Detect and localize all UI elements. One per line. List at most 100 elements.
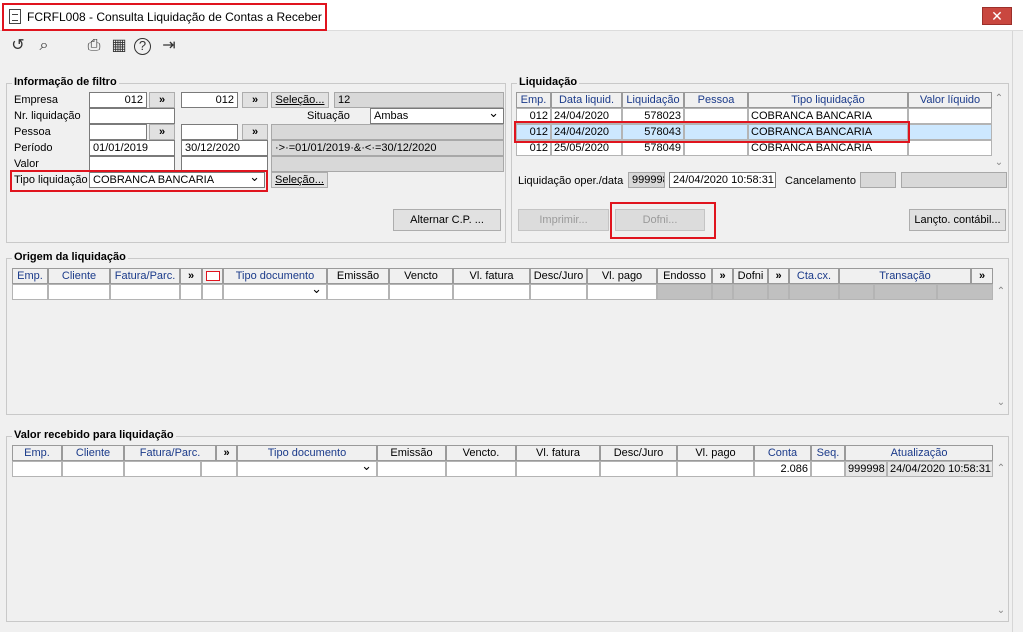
pessoa-to-range-button[interactable]: » xyxy=(242,124,268,140)
cell-emp[interactable] xyxy=(12,461,62,477)
col-fatura-parc[interactable]: Fatura/Parc. xyxy=(110,268,180,284)
pessoa-to-input[interactable] xyxy=(181,124,238,140)
print-icon[interactable]: ⎙ xyxy=(84,36,104,56)
col-emp[interactable]: Emp. xyxy=(12,268,48,284)
col-cliente[interactable]: Cliente xyxy=(48,268,110,284)
valor-scroll-up-icon[interactable]: ⌃ xyxy=(995,463,1007,475)
cell-atualizacao-date: 24/04/2020 10:58:31 xyxy=(887,461,993,477)
col-endosso-expand[interactable]: » xyxy=(712,268,733,284)
alternar-cp-button[interactable]: Alternar C.P. ... xyxy=(393,209,501,231)
col-transacao[interactable]: Transação xyxy=(839,268,971,284)
situacao-select[interactable]: Ambas xyxy=(370,108,504,124)
empresa-selecao-button[interactable]: Seleção... xyxy=(271,92,329,108)
col-desc-juro[interactable]: Desc/Juro xyxy=(530,268,587,284)
cell-fatura[interactable] xyxy=(110,284,180,300)
cell-vl-pago[interactable] xyxy=(587,284,657,300)
col-dofni[interactable]: Dofni xyxy=(733,268,768,284)
col-emp[interactable]: Emp. xyxy=(12,445,62,461)
valor-scroll-down-icon[interactable]: ⌄ xyxy=(995,605,1007,617)
cell-conta[interactable]: 2.086 xyxy=(754,461,811,477)
dofni-highlight xyxy=(610,202,716,239)
cell-calendar[interactable] xyxy=(202,284,223,300)
col-data-liquid[interactable]: Data liquid. xyxy=(551,92,622,108)
search-icon[interactable]: ⌕ xyxy=(34,36,54,56)
pessoa-range-button[interactable]: » xyxy=(149,124,175,140)
empresa-from-input[interactable]: 012 xyxy=(89,92,147,108)
col-vl-pago[interactable]: Vl. pago xyxy=(677,445,754,461)
cell-tipo-documento-select[interactable] xyxy=(223,284,327,300)
col-tipo-liquidacao[interactable]: Tipo liquidação xyxy=(748,92,908,108)
col-calendar[interactable] xyxy=(202,268,223,284)
periodo-expression: ·>·=01/01/2019·&·<·=30/12/2020 xyxy=(271,140,504,156)
cancelamento-label: Cancelamento xyxy=(785,175,856,187)
exit-icon[interactable]: ⇥ xyxy=(159,36,179,56)
cell-vencto[interactable] xyxy=(446,461,516,477)
col-emp[interactable]: Emp. xyxy=(516,92,551,108)
cell-desc-juro[interactable] xyxy=(600,461,677,477)
col-seq[interactable]: Seq. xyxy=(811,445,845,461)
periodo-to-input[interactable]: 30/12/2020 xyxy=(181,140,268,156)
col-valor-liquido[interactable]: Valor líquido xyxy=(908,92,992,108)
col-expand-button[interactable]: » xyxy=(216,445,237,461)
col-vencto[interactable]: Vencto xyxy=(389,268,453,284)
col-vencto[interactable]: Vencto. xyxy=(446,445,516,461)
cell-vencto[interactable] xyxy=(389,284,453,300)
cell-cliente[interactable] xyxy=(48,284,110,300)
col-pessoa[interactable]: Pessoa xyxy=(684,92,748,108)
col-desc-juro[interactable]: Desc/Juro xyxy=(600,445,677,461)
cell-seq[interactable] xyxy=(811,461,845,477)
col-liquidacao[interactable]: Liquidação xyxy=(622,92,684,108)
origem-scroll-down-icon[interactable]: ⌄ xyxy=(995,397,1007,409)
periodo-from-input[interactable]: 01/01/2019 xyxy=(89,140,175,156)
col-endosso[interactable]: Endosso xyxy=(657,268,712,284)
cell-tipo-documento-select[interactable] xyxy=(237,461,377,477)
empresa-range-button[interactable]: » xyxy=(149,92,175,108)
cell-emissao[interactable] xyxy=(377,461,446,477)
nr-liquidacao-label: Nr. liquidação xyxy=(14,110,81,122)
col-fatura-parc[interactable]: Fatura/Parc. xyxy=(124,445,216,461)
col-tipo-documento[interactable]: Tipo documento xyxy=(237,445,377,461)
nr-liquidacao-input[interactable] xyxy=(89,108,175,124)
window-scrollbar[interactable] xyxy=(1012,31,1023,632)
col-emissao[interactable]: Emissão xyxy=(377,445,446,461)
cell-desc-juro[interactable] xyxy=(530,284,587,300)
oper-data-label: Liquidação oper./data xyxy=(518,175,624,187)
cell-vl-pago[interactable] xyxy=(677,461,754,477)
col-dofni-expand[interactable]: » xyxy=(768,268,789,284)
empresa-to-range-button[interactable]: » xyxy=(242,92,268,108)
undo-icon[interactable]: ↺ xyxy=(8,36,28,56)
empresa-to-input[interactable]: 012 xyxy=(181,92,238,108)
col-expand-button[interactable]: » xyxy=(180,268,202,284)
imprimir-button[interactable]: Imprimir... xyxy=(518,209,609,231)
col-conta[interactable]: Conta xyxy=(754,445,811,461)
col-vl-fatura[interactable]: Vl. fatura xyxy=(516,445,600,461)
close-button[interactable]: ✕ xyxy=(982,7,1012,25)
cell-emissao[interactable] xyxy=(327,284,389,300)
col-cliente[interactable]: Cliente xyxy=(62,445,124,461)
col-vl-fatura[interactable]: Vl. fatura xyxy=(453,268,530,284)
cell-emp[interactable] xyxy=(12,284,48,300)
oper-value: 999998 xyxy=(628,172,665,188)
help-icon[interactable]: ? xyxy=(134,38,151,55)
cell-fatura[interactable] xyxy=(124,461,201,477)
cell-expand[interactable] xyxy=(180,284,202,300)
col-emissao[interactable]: Emissão xyxy=(327,268,389,284)
cell-vl-fatura[interactable] xyxy=(453,284,530,300)
origem-scroll-up-icon[interactable]: ⌃ xyxy=(995,286,1007,298)
tipo-liquidacao-selecao-button[interactable]: Seleção... xyxy=(271,172,328,188)
cell-parc[interactable] xyxy=(201,461,237,477)
cell-transacao-b xyxy=(874,284,937,300)
cell-valor xyxy=(908,140,992,156)
col-transacao-expand[interactable]: » xyxy=(971,268,993,284)
liquidacao-scroll-up-icon[interactable]: ⌃ xyxy=(993,93,1005,105)
cell-vl-fatura[interactable] xyxy=(516,461,600,477)
col-tipo-documento[interactable]: Tipo documento xyxy=(223,268,327,284)
col-vl-pago[interactable]: Vl. pago xyxy=(587,268,657,284)
liquidacao-scroll-down-icon[interactable]: ⌄ xyxy=(993,157,1005,169)
calendar-icon[interactable]: ▦ xyxy=(109,36,129,56)
col-cta-cx[interactable]: Cta.cx. xyxy=(789,268,839,284)
cell-cliente[interactable] xyxy=(62,461,124,477)
pessoa-from-input[interactable] xyxy=(89,124,147,140)
col-atualizacao[interactable]: Atualização xyxy=(845,445,993,461)
lancto-contabil-button[interactable]: Lançto. contábil... xyxy=(909,209,1006,231)
